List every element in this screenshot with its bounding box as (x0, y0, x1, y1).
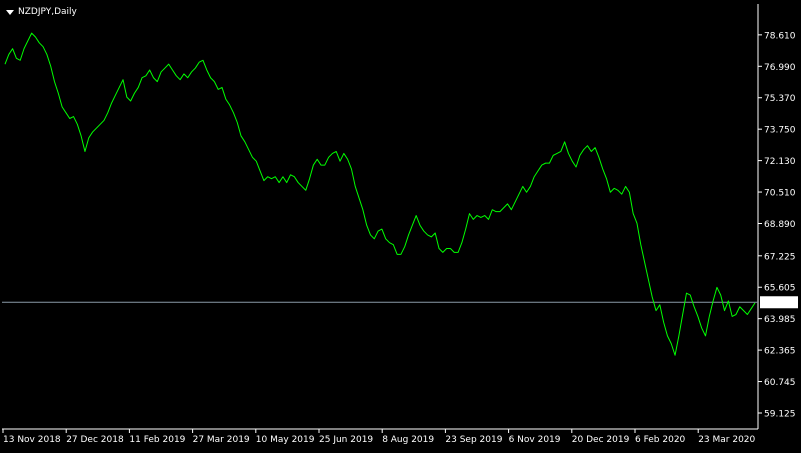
chart-background (0, 0, 801, 449)
y-tick-label: 68.890 (764, 220, 796, 230)
price-chart[interactable]: 78.610 76.990 75.370 73.750 72.130 70.510 68.8… (0, 0, 801, 449)
y-tick-label: 62.365 (764, 347, 796, 357)
x-tick-label: 13 Nov 2018 (3, 435, 61, 445)
y-tick-label: 76.990 (764, 63, 796, 73)
y-tick-label: 65.605 (764, 284, 796, 294)
y-tick-label: 63.985 (764, 315, 796, 325)
x-tick-label: 23 Mar 2020 (698, 435, 755, 445)
x-tick-label: 10 May 2019 (256, 435, 315, 445)
y-tick-label: 70.510 (764, 189, 796, 199)
triangle-down-icon[interactable] (6, 9, 14, 15)
y-tick-label: 59.125 (764, 409, 796, 419)
y-tick-label: 60.745 (764, 378, 796, 388)
x-tick-label: 23 Sep 2019 (445, 435, 502, 445)
symbol-title-bar[interactable]: NZDJPY,Daily (6, 6, 77, 18)
x-tick-label: 20 Dec 2019 (572, 435, 630, 445)
x-tick-label: 6 Feb 2020 (635, 435, 686, 445)
y-tick-label: 73.750 (764, 126, 796, 136)
symbol-title: NZDJPY,Daily (18, 7, 77, 17)
chart-window[interactable]: 78.610 76.990 75.370 73.750 72.130 70.510 68.8… (0, 0, 801, 449)
x-tick-label: 27 Dec 2018 (66, 435, 124, 445)
y-tick-label: 72.130 (764, 157, 796, 167)
x-tick-label: 27 Mar 2019 (193, 435, 250, 445)
y-tick-label: 75.370 (764, 94, 796, 104)
x-tick-label: 8 Aug 2019 (382, 435, 434, 445)
y-tick-label: 78.610 (764, 31, 796, 41)
current-price-label: 64.831 (762, 299, 794, 309)
y-tick-label: 67.225 (764, 252, 796, 262)
x-tick-label: 6 Nov 2019 (509, 435, 561, 445)
x-tick-label: 11 Feb 2019 (129, 435, 185, 445)
x-tick-label: 25 Jun 2019 (319, 435, 373, 445)
